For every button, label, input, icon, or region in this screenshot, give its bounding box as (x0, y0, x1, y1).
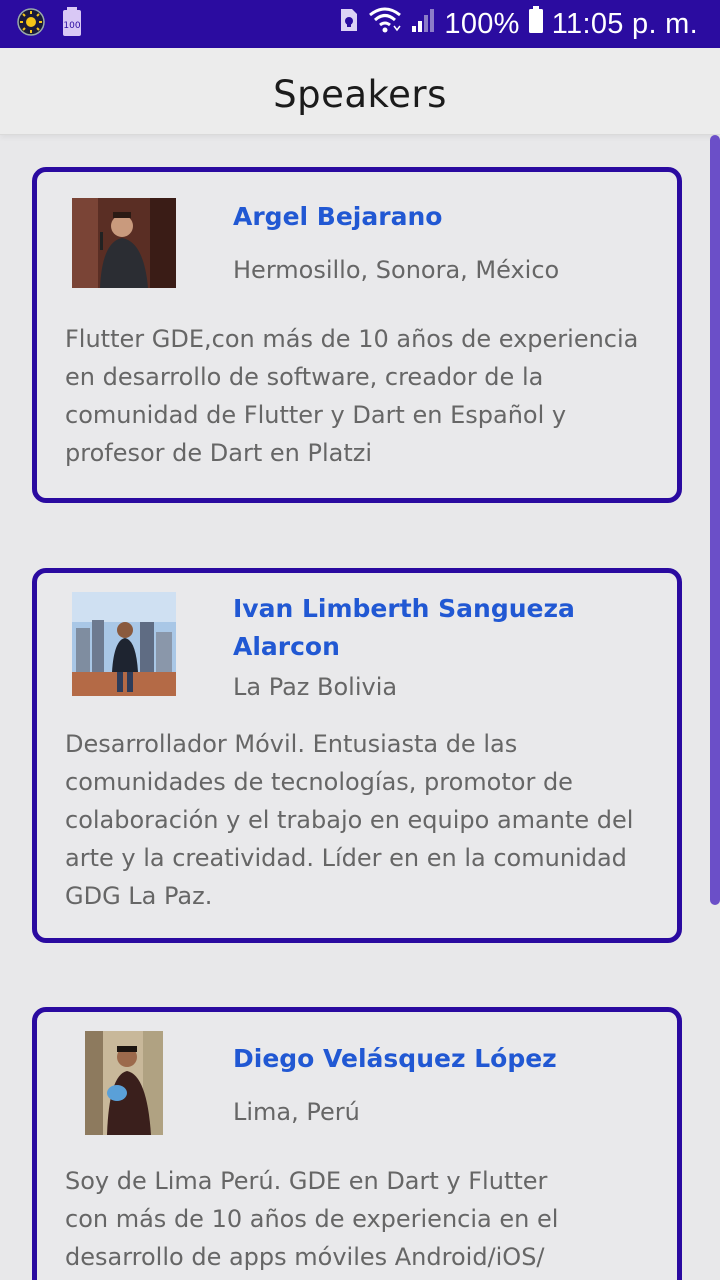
signal-icon (410, 6, 436, 42)
speaker-location: Hermosillo, Sonora, México (233, 256, 560, 284)
speaker-card[interactable]: Ivan Limberth Sangueza Alarcon La Paz Bo… (32, 568, 682, 943)
speaker-card[interactable]: Argel Bejarano Hermosillo, Sonora, Méxic… (32, 167, 682, 503)
speaker-bio: Soy de Lima Perú. GDE en Dart y Flutter … (65, 1167, 559, 1271)
status-bar: 100 100% 11:05 p. m. (0, 0, 720, 48)
speaker-name: Ivan Limberth Sangueza Alarcon (233, 594, 575, 661)
wifi-icon (368, 6, 402, 42)
clock: 11:05 p. m. (551, 7, 698, 40)
battery-icon (528, 6, 544, 42)
speaker-card[interactable]: Diego Velásquez López Lima, Perú Soy de … (32, 1007, 682, 1280)
speaker-photo (72, 592, 176, 696)
scrollbar[interactable] (710, 135, 720, 905)
battery-saver-badge: 100 (63, 21, 80, 31)
page-title: Speakers (273, 73, 447, 116)
speaker-bio: Flutter GDE,con más de 10 años de experi… (65, 325, 639, 467)
battery-percent: 100% (444, 7, 520, 40)
speaker-location: La Paz Bolivia (233, 673, 398, 701)
battery-saver-icon: 100 (62, 7, 82, 41)
brightness-icon (16, 7, 46, 41)
speaker-location: Lima, Perú (233, 1098, 360, 1126)
lock-icon (338, 7, 360, 41)
speaker-photo (85, 1031, 163, 1135)
speaker-photo (72, 198, 176, 288)
speaker-name: Diego Velásquez López (233, 1044, 557, 1073)
app-bar: Speakers (0, 48, 720, 135)
speaker-list[interactable]: Argel Bejarano Hermosillo, Sonora, Méxic… (0, 135, 720, 1280)
speaker-name: Argel Bejarano (233, 202, 443, 231)
speaker-bio: Desarrollador Móvil. Entusiasta de las c… (65, 730, 634, 910)
